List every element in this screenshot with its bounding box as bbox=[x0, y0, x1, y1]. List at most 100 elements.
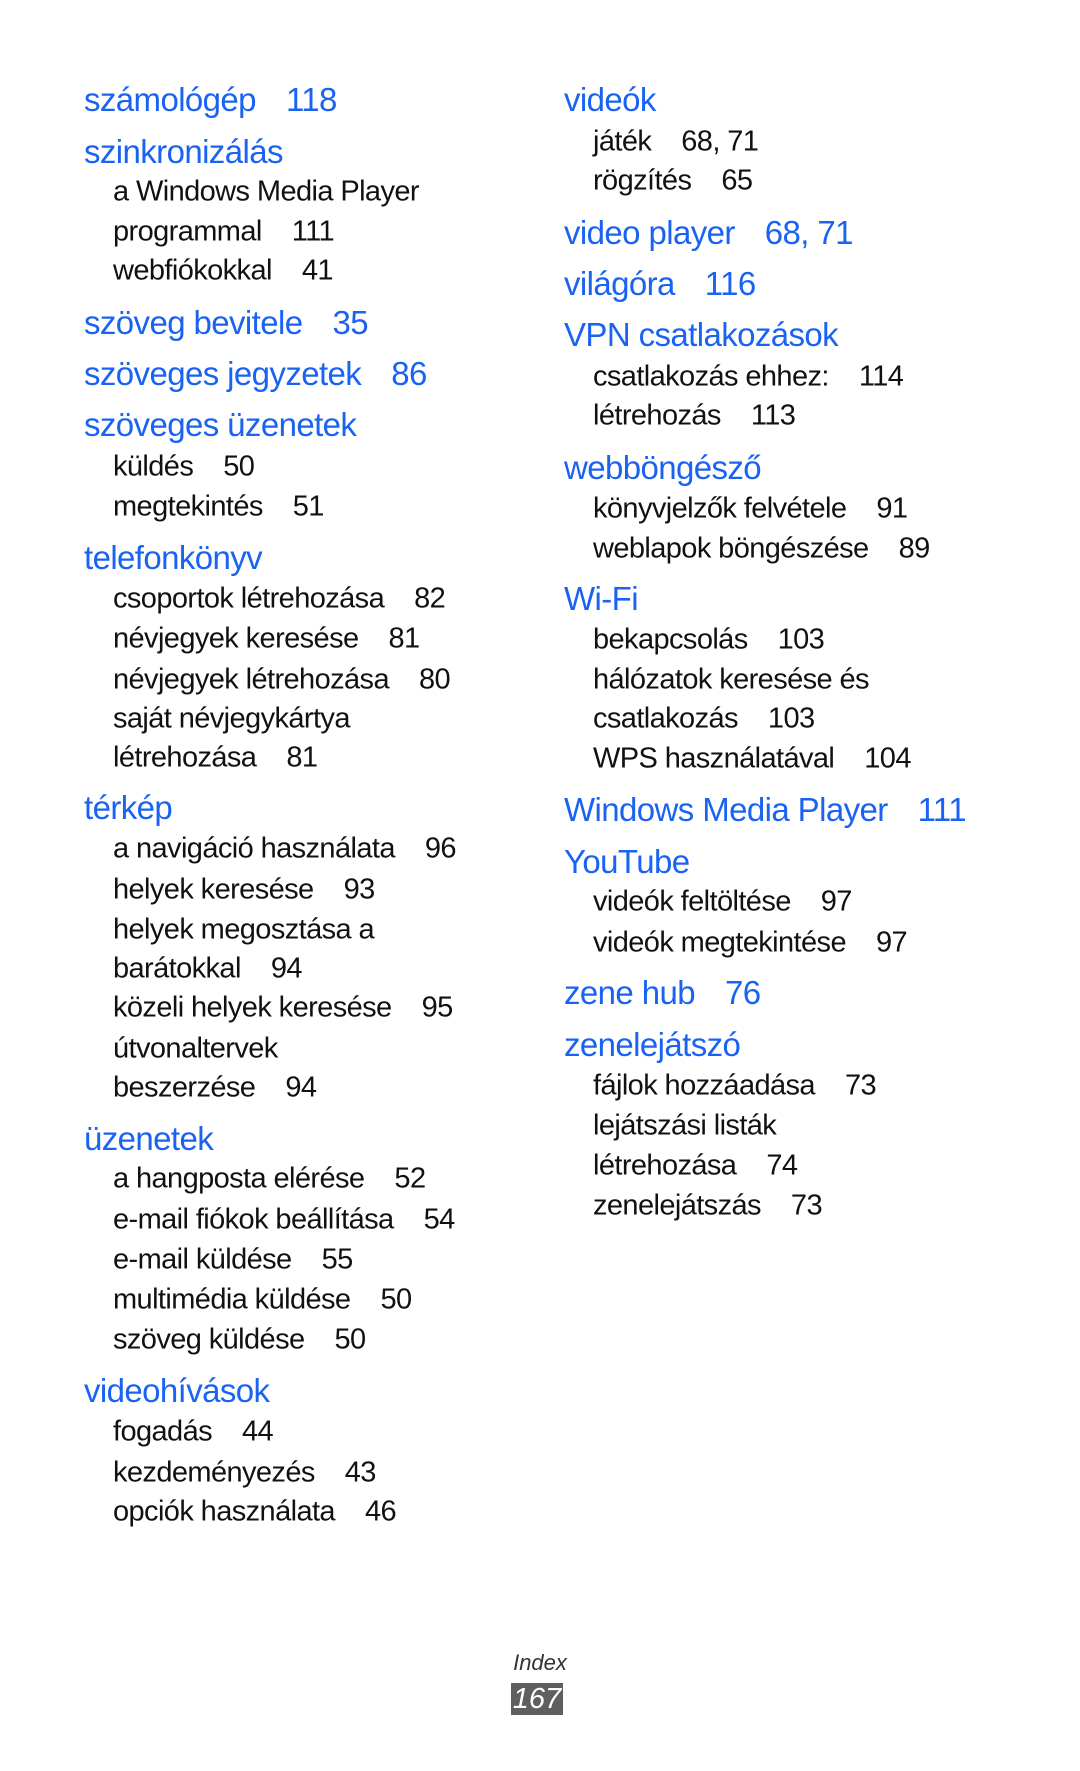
index-term: zenelejátszás bbox=[593, 1189, 762, 1222]
index-page-ref: 43 bbox=[344, 1456, 377, 1489]
index-subentry: csatlakozás 103 bbox=[593, 703, 815, 736]
index-subentry: névjegyek létrehozása 80 bbox=[113, 664, 451, 697]
index-subentry: útvonaltervek bbox=[113, 1033, 308, 1066]
index-page-ref: 68, 71 bbox=[681, 125, 759, 158]
index-term: videók megtekintése bbox=[593, 926, 847, 959]
index-page-ref: 51 bbox=[292, 490, 325, 523]
index-page-ref: 114 bbox=[858, 360, 904, 393]
index-term: játék bbox=[593, 125, 652, 158]
index-term: videohívások bbox=[84, 1372, 270, 1409]
index-subentry: helyek keresése 93 bbox=[113, 874, 375, 907]
index-subentry: opciók használata 46 bbox=[113, 1495, 397, 1529]
index-term: saját névjegykártya bbox=[113, 702, 350, 735]
index-page-ref: 50 bbox=[223, 450, 255, 483]
index-page-ref: 74 bbox=[766, 1149, 798, 1182]
index-subentry: webfiókokkal 41 bbox=[113, 255, 333, 288]
index-term: YouTube bbox=[564, 843, 690, 880]
index-heading: videók bbox=[564, 81, 686, 119]
index-subentry: közeli helyek keresése 95 bbox=[113, 992, 453, 1025]
index-term: barátokkal bbox=[113, 952, 241, 985]
index-term: multimédia küldése bbox=[113, 1283, 351, 1316]
index-term: szöveges üzenetek bbox=[84, 406, 357, 443]
index-page-ref: 93 bbox=[343, 873, 376, 906]
index-heading: Windows Media Player 111 bbox=[564, 791, 967, 829]
index-term: helyek keresése bbox=[113, 873, 314, 906]
index-term: könyvjelzők felvétele bbox=[593, 492, 847, 525]
index-column-right: videók játék 68, 71 rögzítés 65 video player 6… bbox=[564, 0, 1044, 1771]
index-heading: YouTube bbox=[564, 843, 719, 881]
index-page-ref: 68, 71 bbox=[764, 214, 854, 251]
index-term: zenelejátszó bbox=[564, 1026, 741, 1063]
index-term: csoportok létrehozása bbox=[113, 582, 385, 615]
index-page-ref: 46 bbox=[364, 1495, 397, 1528]
index-page-ref: 76 bbox=[725, 974, 761, 1011]
index-heading: video player 68, 71 bbox=[564, 214, 854, 252]
index-page-ref: 52 bbox=[394, 1162, 426, 1195]
index-term: opciók használata bbox=[113, 1495, 336, 1528]
index-heading: szinkronizálás bbox=[84, 133, 313, 171]
index-subentry: saját névjegykártya bbox=[113, 703, 380, 736]
index-subentry: videók megtekintése 97 bbox=[593, 926, 908, 960]
index-page-ref: 65 bbox=[721, 164, 753, 197]
index-page-ref: 97 bbox=[875, 926, 908, 959]
index-subentry: programmal 111 bbox=[113, 216, 335, 249]
index-term: csatlakozás bbox=[593, 702, 739, 735]
index-term: beszerzése bbox=[113, 1071, 256, 1104]
index-heading: zenelejátszó bbox=[564, 1026, 770, 1064]
index-page-ref: 103 bbox=[767, 702, 815, 735]
index-subentry: a hangposta elérése 52 bbox=[113, 1162, 426, 1196]
index-subentry: hálózatok keresése és bbox=[593, 664, 899, 697]
index-heading: üzenetek bbox=[84, 1120, 243, 1158]
index-term: névjegyek keresése bbox=[113, 622, 359, 655]
index-page-ref: 97 bbox=[820, 885, 853, 918]
index-subentry: csatlakozás ehhez: 114 bbox=[593, 360, 904, 394]
index-heading: VPN csatlakozások bbox=[564, 316, 868, 354]
index-page-ref: 104 bbox=[864, 742, 911, 775]
index-page-ref: 91 bbox=[876, 492, 908, 525]
index-page-ref: 94 bbox=[270, 952, 303, 985]
index-page-ref: 81 bbox=[388, 622, 421, 655]
index-subentry: kezdeményezés 43 bbox=[113, 1457, 376, 1490]
index-term: e-mail küldése bbox=[113, 1243, 292, 1276]
index-subentry: megtekintés 51 bbox=[113, 491, 324, 524]
index-subentry: a Windows Media Player bbox=[113, 176, 449, 209]
index-subentry: könyvjelzők felvétele 91 bbox=[593, 492, 908, 526]
index-term: a Windows Media Player bbox=[113, 175, 420, 208]
index-subentry: létrehozása 74 bbox=[593, 1149, 798, 1183]
index-page-ref: 55 bbox=[321, 1243, 354, 1276]
index-term: videók bbox=[564, 81, 656, 118]
index-subentry: lejátszási listák bbox=[593, 1110, 806, 1143]
index-page-ref: 44 bbox=[242, 1415, 274, 1448]
index-term: WPS használatával bbox=[593, 742, 835, 775]
index-term: létrehozás bbox=[593, 399, 721, 432]
index-term: csatlakozás ehhez: bbox=[593, 360, 829, 393]
index-term: helyek megosztása a bbox=[113, 913, 375, 946]
index-term: Windows Media Player bbox=[564, 791, 888, 828]
index-term: e-mail fiókok beállítása bbox=[113, 1203, 394, 1236]
index-heading: Wi-Fi bbox=[564, 580, 668, 618]
index-term: világóra bbox=[564, 265, 675, 302]
index-page-ref: 41 bbox=[301, 254, 334, 287]
index-subentry: multimédia küldése 50 bbox=[113, 1284, 412, 1317]
index-subentry: e-mail fiókok beállítása 54 bbox=[113, 1204, 455, 1237]
index-page-ref: 89 bbox=[898, 532, 931, 565]
index-term: Wi-Fi bbox=[564, 580, 639, 617]
index-term: fájlok hozzáadása bbox=[593, 1069, 816, 1102]
index-subentry: WPS használatával 104 bbox=[593, 743, 911, 776]
index-term: videók feltöltése bbox=[593, 885, 791, 918]
index-term: közeli helyek keresése bbox=[113, 991, 392, 1024]
index-term: hálózatok keresése és bbox=[593, 663, 870, 696]
index-subentry: zenelejátszás 73 bbox=[593, 1189, 823, 1223]
index-term: webböngésző bbox=[564, 449, 762, 486]
index-term: a hangposta elérése bbox=[113, 1162, 365, 1195]
index-heading: telefonkönyv bbox=[84, 539, 292, 577]
index-term: küldés bbox=[113, 450, 194, 483]
index-term: rögzítés bbox=[593, 164, 692, 197]
index-subentry: játék 68, 71 bbox=[593, 125, 759, 159]
page-number-badge: 167 bbox=[511, 1683, 563, 1715]
index-page-ref: 82 bbox=[414, 582, 446, 615]
index-heading: webböngésző bbox=[564, 449, 791, 487]
index-page-ref: 113 bbox=[750, 399, 796, 432]
index-subentry: fogadás 44 bbox=[113, 1415, 274, 1449]
index-term: kezdeményezés bbox=[113, 1456, 315, 1489]
